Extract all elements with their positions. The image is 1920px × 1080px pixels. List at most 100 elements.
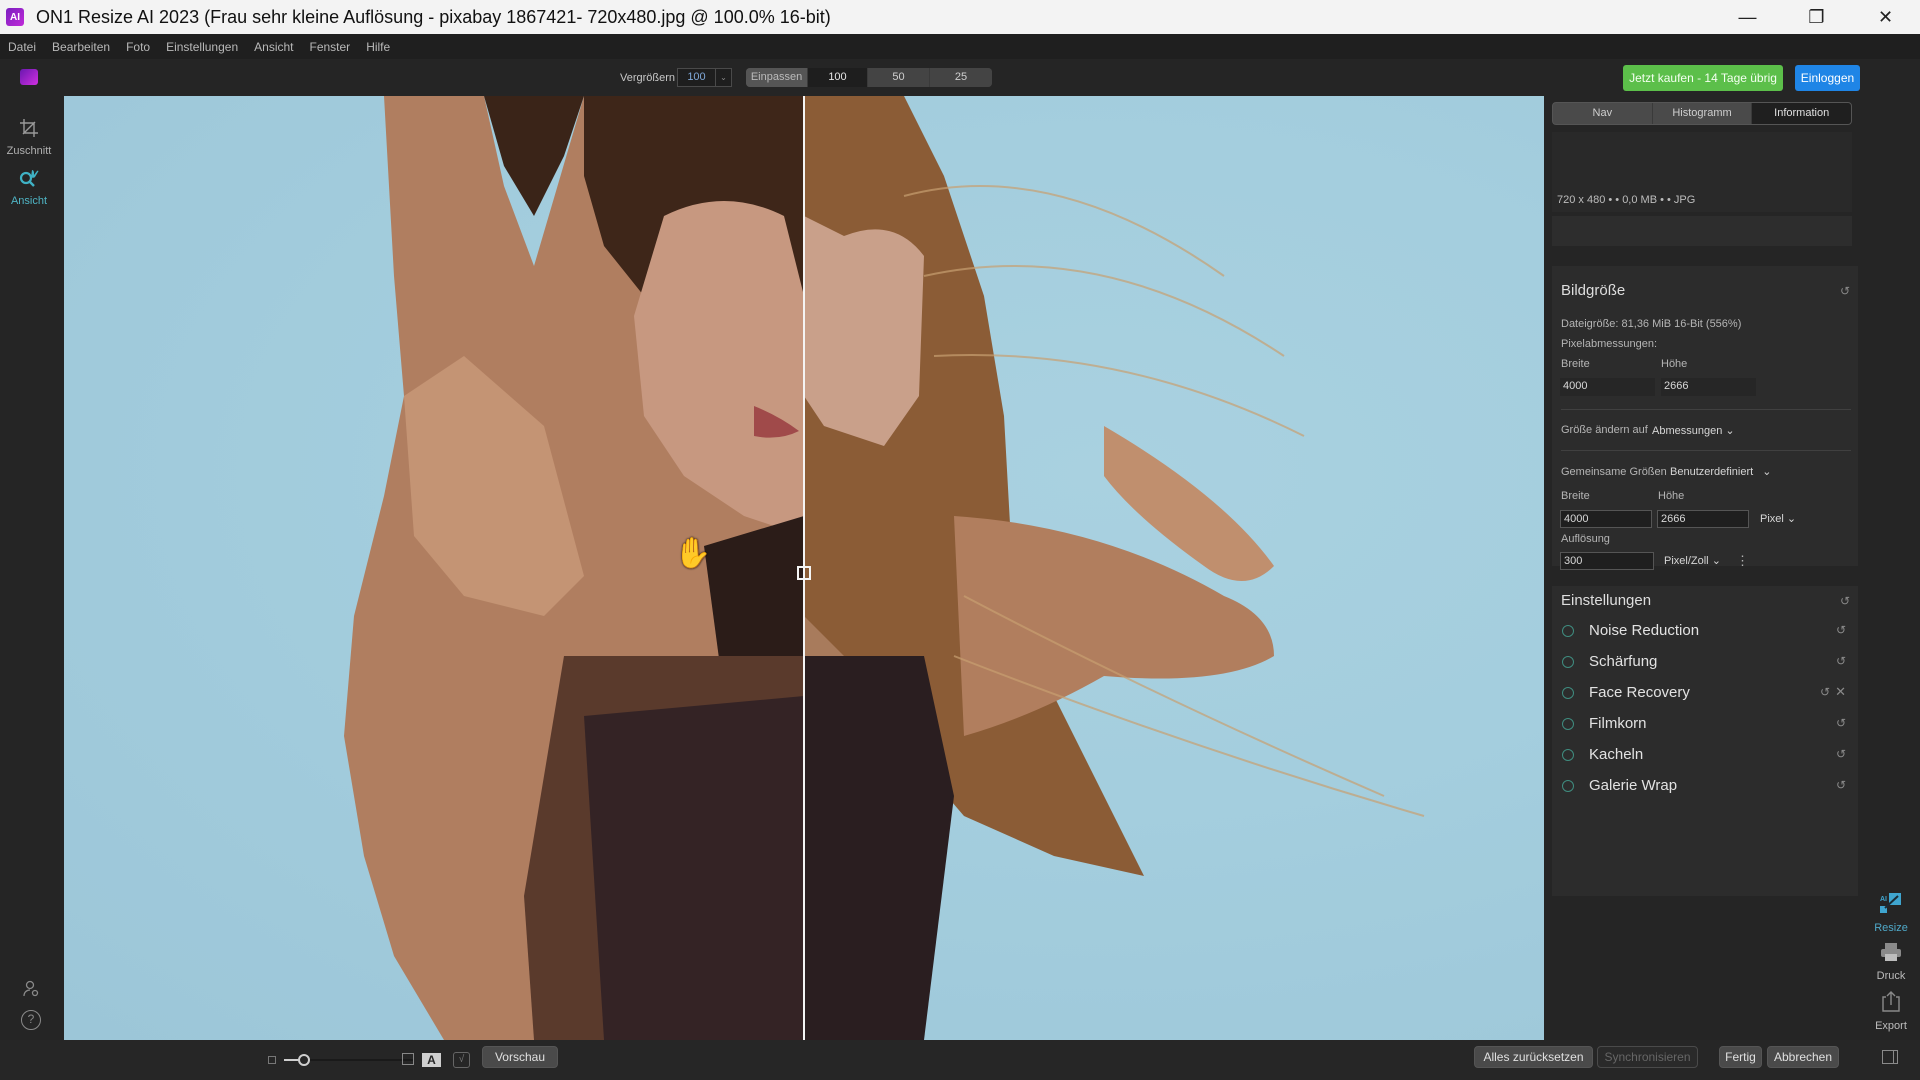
reset-icon[interactable]: ↺: [1836, 747, 1846, 761]
crop-tool-label: Zuschnitt: [6, 145, 52, 157]
maximize-button[interactable]: ❐: [1782, 0, 1851, 34]
ai-resize-icon: AI: [1866, 892, 1916, 920]
setting-schaerfung[interactable]: Schärfung ↺: [1554, 650, 1854, 674]
image-canvas[interactable]: ✋: [64, 96, 1544, 1040]
export-icon: [1866, 990, 1916, 1018]
height-input[interactable]: 2666: [1657, 510, 1749, 528]
zoom-preset-50[interactable]: 50: [868, 68, 930, 87]
setting-kacheln[interactable]: Kacheln ↺: [1554, 743, 1854, 767]
module-print[interactable]: Druck: [1866, 942, 1916, 982]
toggle-circle-icon[interactable]: [1562, 656, 1574, 668]
reset-icon[interactable]: ↺: [1836, 778, 1846, 792]
tab-histogramm[interactable]: Histogramm: [1653, 103, 1753, 124]
toggle-circle-icon[interactable]: [1562, 687, 1574, 699]
right-panel: Nav Histogramm Information 720 x 480 • •…: [1544, 96, 1920, 1040]
zoom-preset-25[interactable]: 25: [930, 68, 992, 87]
crop-icon: [0, 118, 58, 143]
zoom-slider-thumb[interactable]: [297, 1054, 310, 1066]
pixel-dimensions-label: Pixelabmessungen:: [1561, 338, 1658, 350]
zoom-in-large-icon[interactable]: [402, 1053, 414, 1065]
toggle-circle-icon[interactable]: [1562, 625, 1574, 637]
menu-bearbeiten[interactable]: Bearbeiten: [52, 40, 110, 54]
reset-icon[interactable]: ↺: [1836, 716, 1846, 730]
menu-fenster[interactable]: Fenster: [310, 40, 351, 54]
common-sizes-value: Benutzerdefiniert: [1670, 466, 1754, 478]
resolution-unit-select[interactable]: Pixel/Zoll ⌄: [1664, 554, 1721, 567]
setting-label: Galerie Wrap: [1589, 777, 1678, 794]
reset-icon[interactable]: ↺: [1840, 284, 1850, 298]
zoom-label: Vergrößern: [620, 72, 676, 84]
unit-value: Pixel: [1760, 513, 1784, 525]
info-strip: [1552, 216, 1852, 246]
file-size-text: Dateigröße: 81,36 MiB 16-Bit (556%): [1561, 318, 1742, 330]
zoom-slider-track[interactable]: [284, 1054, 414, 1066]
reset-icon[interactable]: ↺: [1840, 594, 1850, 608]
setting-galerie-wrap[interactable]: Galerie Wrap ↺: [1554, 774, 1854, 798]
buy-now-button[interactable]: Jetzt kaufen - 14 Tage übrig: [1623, 65, 1783, 91]
setting-filmkorn[interactable]: Filmkorn ↺: [1554, 712, 1854, 736]
common-sizes-label: Gemeinsame Größen: [1561, 466, 1667, 478]
zoom-select[interactable]: 100 ⌄: [677, 68, 732, 87]
menu-einstellungen[interactable]: Einstellungen: [166, 40, 238, 54]
common-sizes-select[interactable]: Benutzerdefiniert ⌄: [1670, 465, 1771, 478]
divider: [1561, 450, 1851, 451]
app-logo-icon: AI: [6, 8, 24, 26]
menu-datei[interactable]: Datei: [8, 40, 36, 54]
module-resize[interactable]: AI Resize: [1866, 892, 1916, 934]
chevron-down-icon: ⌄: [1786, 513, 1797, 525]
minimize-button[interactable]: —: [1713, 0, 1782, 34]
module-export[interactable]: Export: [1866, 990, 1916, 1032]
setting-label: Schärfung: [1589, 653, 1658, 670]
print-icon: [1866, 942, 1916, 968]
chevron-down-icon[interactable]: ⌄: [716, 69, 731, 86]
module-resize-label: Resize: [1874, 922, 1908, 934]
tab-information[interactable]: Information: [1752, 103, 1851, 124]
tab-nav[interactable]: Nav: [1553, 103, 1653, 124]
crop-tool[interactable]: Zuschnitt: [0, 118, 58, 157]
setting-noise-reduction[interactable]: Noise Reduction ↺: [1554, 619, 1854, 643]
preview-button[interactable]: Vorschau: [482, 1046, 558, 1068]
close-button[interactable]: ✕: [1851, 0, 1920, 34]
unit-select[interactable]: Pixel ⌄: [1760, 512, 1796, 525]
setting-label: Filmkorn: [1589, 715, 1647, 732]
module-print-label: Druck: [1876, 970, 1906, 982]
compare-ab-icon[interactable]: A: [422, 1053, 441, 1067]
reset-icon[interactable]: ↺: [1820, 685, 1830, 699]
image-info: 720 x 480 • • 0,0 MB • • JPG: [1557, 194, 1696, 206]
compare-split-icon[interactable]: √: [453, 1052, 470, 1068]
toggle-circle-icon[interactable]: [1562, 749, 1574, 761]
user-settings-icon[interactable]: [22, 980, 40, 998]
app-logo-icon: [20, 69, 38, 85]
toggle-circle-icon[interactable]: [1562, 780, 1574, 792]
help-icon[interactable]: ?: [21, 1010, 41, 1030]
fit-button[interactable]: Einpassen: [746, 68, 808, 87]
reset-all-button[interactable]: Alles zurücksetzen: [1474, 1046, 1593, 1068]
setting-face-recovery[interactable]: Face Recovery ↺ ✕: [1554, 681, 1854, 705]
menu-foto[interactable]: Foto: [126, 40, 150, 54]
cancel-button[interactable]: Abbrechen: [1767, 1046, 1839, 1068]
login-button[interactable]: Einloggen: [1795, 65, 1860, 91]
enhanced-image-half: [804, 96, 1425, 1040]
right-panel-toggle-icon[interactable]: [1882, 1050, 1898, 1064]
menu-ansicht[interactable]: Ansicht: [254, 40, 293, 54]
zoom-value[interactable]: 100: [678, 69, 716, 86]
done-button[interactable]: Fertig: [1719, 1046, 1762, 1068]
module-export-label: Export: [1875, 1020, 1907, 1032]
left-toolbar: Zuschnitt Ansicht ?: [0, 96, 64, 1080]
height-label: Höhe: [1661, 358, 1688, 370]
resize-to-select[interactable]: Abmessungen ⌄: [1652, 424, 1735, 437]
zoom-out-small-icon[interactable]: [268, 1056, 276, 1064]
comparison-split-handle[interactable]: [797, 566, 811, 580]
width-input[interactable]: 4000: [1560, 510, 1652, 528]
reset-icon[interactable]: ↺: [1836, 623, 1846, 637]
close-icon[interactable]: ✕: [1835, 684, 1846, 700]
reset-icon[interactable]: ↺: [1836, 654, 1846, 668]
resolution-input[interactable]: 300: [1560, 552, 1654, 570]
toggle-circle-icon[interactable]: [1562, 718, 1574, 730]
bildgroesse-title: Bildgröße: [1561, 282, 1626, 299]
menu-hilfe[interactable]: Hilfe: [366, 40, 390, 54]
zoom-preset-100[interactable]: 100: [808, 68, 868, 87]
chevron-down-icon: ⌄: [1711, 555, 1721, 567]
more-options-icon[interactable]: ⋮: [1736, 553, 1749, 569]
view-tool[interactable]: Ansicht: [0, 168, 58, 207]
